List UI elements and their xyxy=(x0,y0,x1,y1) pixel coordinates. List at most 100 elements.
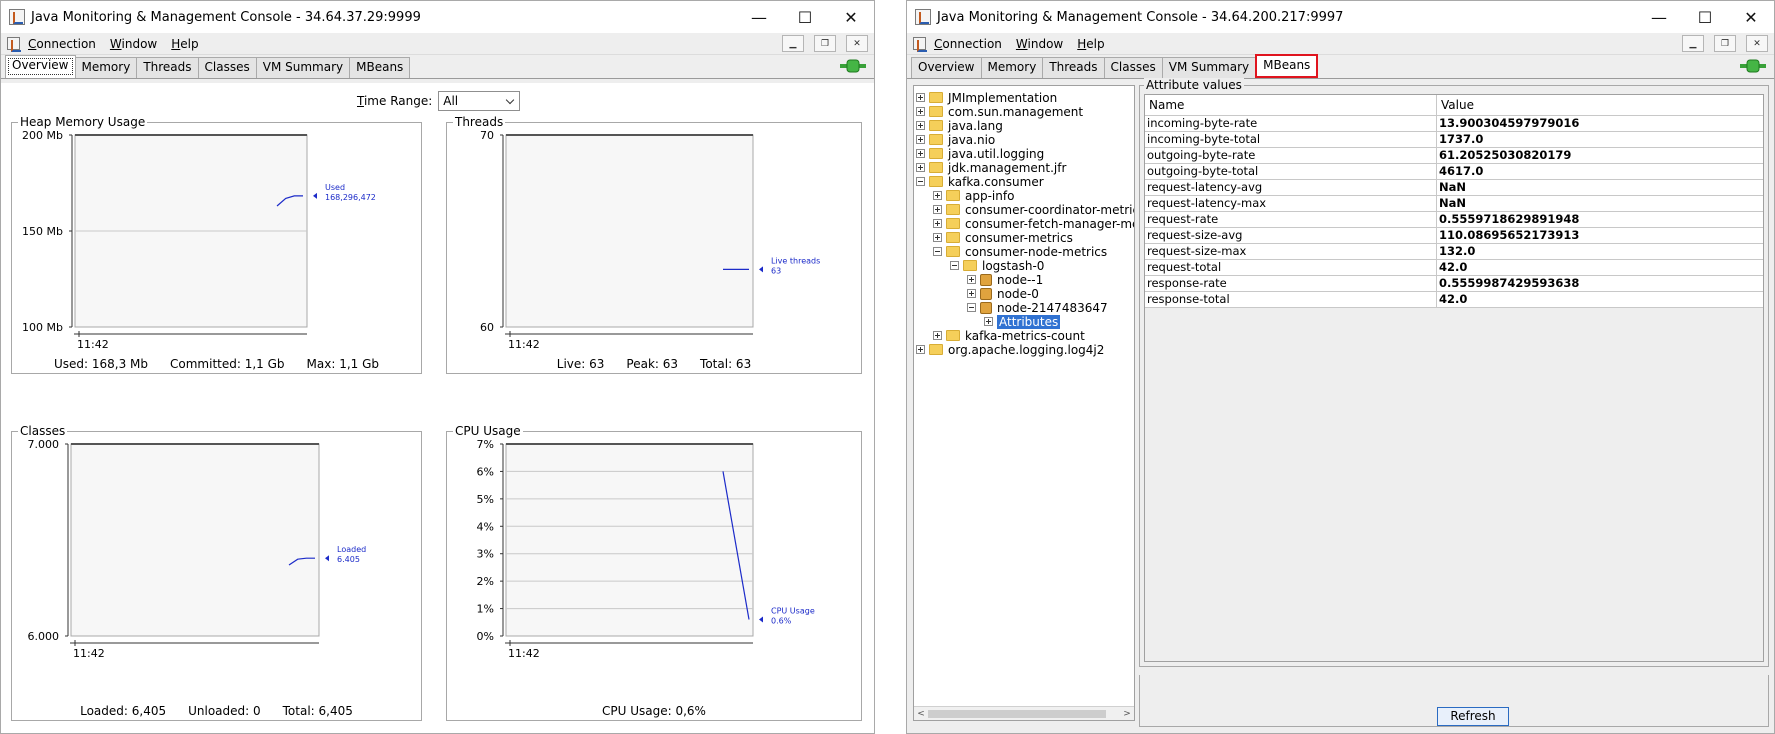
tab-mbeans[interactable]: MBeans xyxy=(1255,54,1319,78)
close-button[interactable]: ✕ xyxy=(1728,1,1774,33)
menu-connection[interactable]: Connection xyxy=(28,37,96,51)
cpu-footer: CPU Usage: 0,6% xyxy=(447,704,861,718)
menu-help[interactable]: Help xyxy=(171,37,198,51)
attribute-row[interactable]: incoming-byte-rate 13.900304597979016 xyxy=(1145,116,1763,132)
tree-horizontal-scrollbar[interactable]: < > xyxy=(914,706,1134,720)
tree-node[interactable]: node--1 xyxy=(967,272,1043,287)
expand-icon[interactable] xyxy=(916,345,925,354)
attribute-row[interactable]: request-size-max 132.0 xyxy=(1145,244,1763,260)
tab-classes[interactable]: Classes xyxy=(1103,57,1163,78)
expand-icon[interactable] xyxy=(916,93,925,102)
inner-close-button[interactable]: ✕ xyxy=(1746,35,1768,52)
tab-overview[interactable]: Overview xyxy=(5,55,76,78)
tree-node[interactable]: JMImplementation xyxy=(916,90,1057,105)
tab-threads[interactable]: Threads xyxy=(136,57,199,78)
tree-node[interactable]: jdk.management.jfr xyxy=(916,160,1066,175)
expand-icon[interactable] xyxy=(933,205,942,214)
scroll-right-arrow-icon[interactable]: > xyxy=(1120,707,1134,720)
expand-icon[interactable] xyxy=(967,289,976,298)
tree-node[interactable]: consumer-metrics xyxy=(933,230,1073,245)
expand-icon[interactable] xyxy=(916,107,925,116)
expand-icon[interactable] xyxy=(933,191,942,200)
attribute-row[interactable]: request-size-avg 110.08695652173913 xyxy=(1145,228,1763,244)
attribute-row[interactable]: outgoing-byte-total 4617.0 xyxy=(1145,164,1763,180)
collapse-icon[interactable] xyxy=(967,303,976,312)
inner-restore-button[interactable]: ❐ xyxy=(1714,35,1736,52)
tab-classes[interactable]: Classes xyxy=(197,57,257,78)
tree-node[interactable]: consumer-node-metrics xyxy=(933,244,1107,259)
menu-connection[interactable]: Connection xyxy=(934,37,1002,51)
title-bar[interactable]: Java Monitoring & Management Console - 3… xyxy=(907,1,1774,33)
maximize-button[interactable]: ☐ xyxy=(1682,1,1728,33)
menu-window[interactable]: Window xyxy=(1016,37,1063,51)
tree-node[interactable]: kafka-metrics-count xyxy=(933,328,1085,343)
folder-icon xyxy=(929,344,943,355)
series-label: Loaded xyxy=(337,545,366,554)
tree-node[interactable]: java.nio xyxy=(916,132,995,147)
attribute-row[interactable]: response-rate 0.5559987429593638 xyxy=(1145,276,1763,292)
inner-close-button[interactable]: ✕ xyxy=(846,35,868,52)
attribute-row[interactable]: request-rate 0.5559718629891948 xyxy=(1145,212,1763,228)
collapse-icon[interactable] xyxy=(933,247,942,256)
collapse-icon[interactable] xyxy=(916,177,925,186)
tree-node[interactable]: java.lang xyxy=(916,118,1003,133)
attribute-row[interactable]: request-latency-max NaN xyxy=(1145,196,1763,212)
tab-vm-summary[interactable]: VM Summary xyxy=(255,57,351,78)
expand-icon[interactable] xyxy=(933,233,942,242)
tree-node[interactable]: Attributes xyxy=(984,314,1061,329)
connection-status-icon[interactable] xyxy=(840,59,866,73)
maximize-button[interactable]: ☐ xyxy=(782,1,828,33)
title-bar[interactable]: Java Monitoring & Management Console - 3… xyxy=(1,1,874,33)
expand-icon[interactable] xyxy=(916,135,925,144)
inner-restore-button[interactable]: ❐ xyxy=(814,35,836,52)
attribute-row[interactable]: response-total 42.0 xyxy=(1145,292,1763,308)
expand-icon[interactable] xyxy=(984,317,993,326)
column-header-value[interactable]: Value xyxy=(1437,95,1474,115)
connection-status-icon[interactable] xyxy=(1740,59,1766,73)
tab-memory[interactable]: Memory xyxy=(74,57,138,78)
tab-vm-summary[interactable]: VM Summary xyxy=(1161,57,1257,78)
time-range-select[interactable]: All xyxy=(438,91,521,111)
scroll-thumb[interactable] xyxy=(928,710,1106,718)
tab-threads[interactable]: Threads xyxy=(1042,57,1105,78)
expand-icon[interactable] xyxy=(933,219,942,228)
expand-icon[interactable] xyxy=(916,149,925,158)
attribute-row[interactable]: incoming-byte-total 1737.0 xyxy=(1145,132,1763,148)
tree-node[interactable]: org.apache.logging.log4j2 xyxy=(916,342,1104,357)
expand-icon[interactable] xyxy=(967,275,976,284)
threads-footer: Live: 63 Peak: 63 Total: 63 xyxy=(447,357,861,371)
tree-node[interactable]: java.util.logging xyxy=(916,146,1044,161)
tree-node[interactable]: consumer-fetch-manager-metrics xyxy=(933,216,1134,231)
tree-node[interactable]: node-2147483647 xyxy=(967,300,1108,315)
expand-icon[interactable] xyxy=(916,163,925,172)
column-header-name[interactable]: Name xyxy=(1145,95,1437,115)
collapse-icon[interactable] xyxy=(950,261,959,270)
tree-node[interactable]: node-0 xyxy=(967,286,1039,301)
scroll-left-arrow-icon[interactable]: < xyxy=(914,707,928,720)
minimize-button[interactable]: — xyxy=(1636,1,1682,33)
attribute-name: request-total xyxy=(1145,260,1437,275)
tab-memory[interactable]: Memory xyxy=(980,57,1044,78)
attribute-table: Name Value incoming-byte-rate 13.90030459… xyxy=(1144,94,1764,662)
minimize-button[interactable]: — xyxy=(736,1,782,33)
close-button[interactable]: ✕ xyxy=(828,1,874,33)
expand-icon[interactable] xyxy=(933,331,942,340)
tree-node[interactable]: consumer-coordinator-metrics xyxy=(933,202,1134,217)
attribute-row[interactable]: request-total 42.0 xyxy=(1145,260,1763,276)
menu-window[interactable]: Window xyxy=(110,37,157,51)
tree-node[interactable]: app-info xyxy=(933,188,1014,203)
tab-overview[interactable]: Overview xyxy=(911,57,982,78)
expand-icon[interactable] xyxy=(916,121,925,130)
refresh-button[interactable]: Refresh xyxy=(1437,707,1509,726)
tree-node[interactable]: com.sun.management xyxy=(916,104,1083,119)
inner-minimize-button[interactable]: ▁ xyxy=(1682,35,1704,52)
attribute-row[interactable]: request-latency-avg NaN xyxy=(1145,180,1763,196)
inner-minimize-button[interactable]: ▁ xyxy=(782,35,804,52)
menu-help[interactable]: Help xyxy=(1077,37,1104,51)
attribute-row[interactable]: outgoing-byte-rate 61.20525030820179 xyxy=(1145,148,1763,164)
tab-mbeans[interactable]: MBeans xyxy=(349,57,411,78)
attribute-name: request-size-max xyxy=(1145,244,1437,259)
tree-node[interactable]: logstash-0 xyxy=(950,258,1044,273)
tree-node-label: app-info xyxy=(965,188,1015,203)
tree-node[interactable]: kafka.consumer xyxy=(916,174,1044,189)
